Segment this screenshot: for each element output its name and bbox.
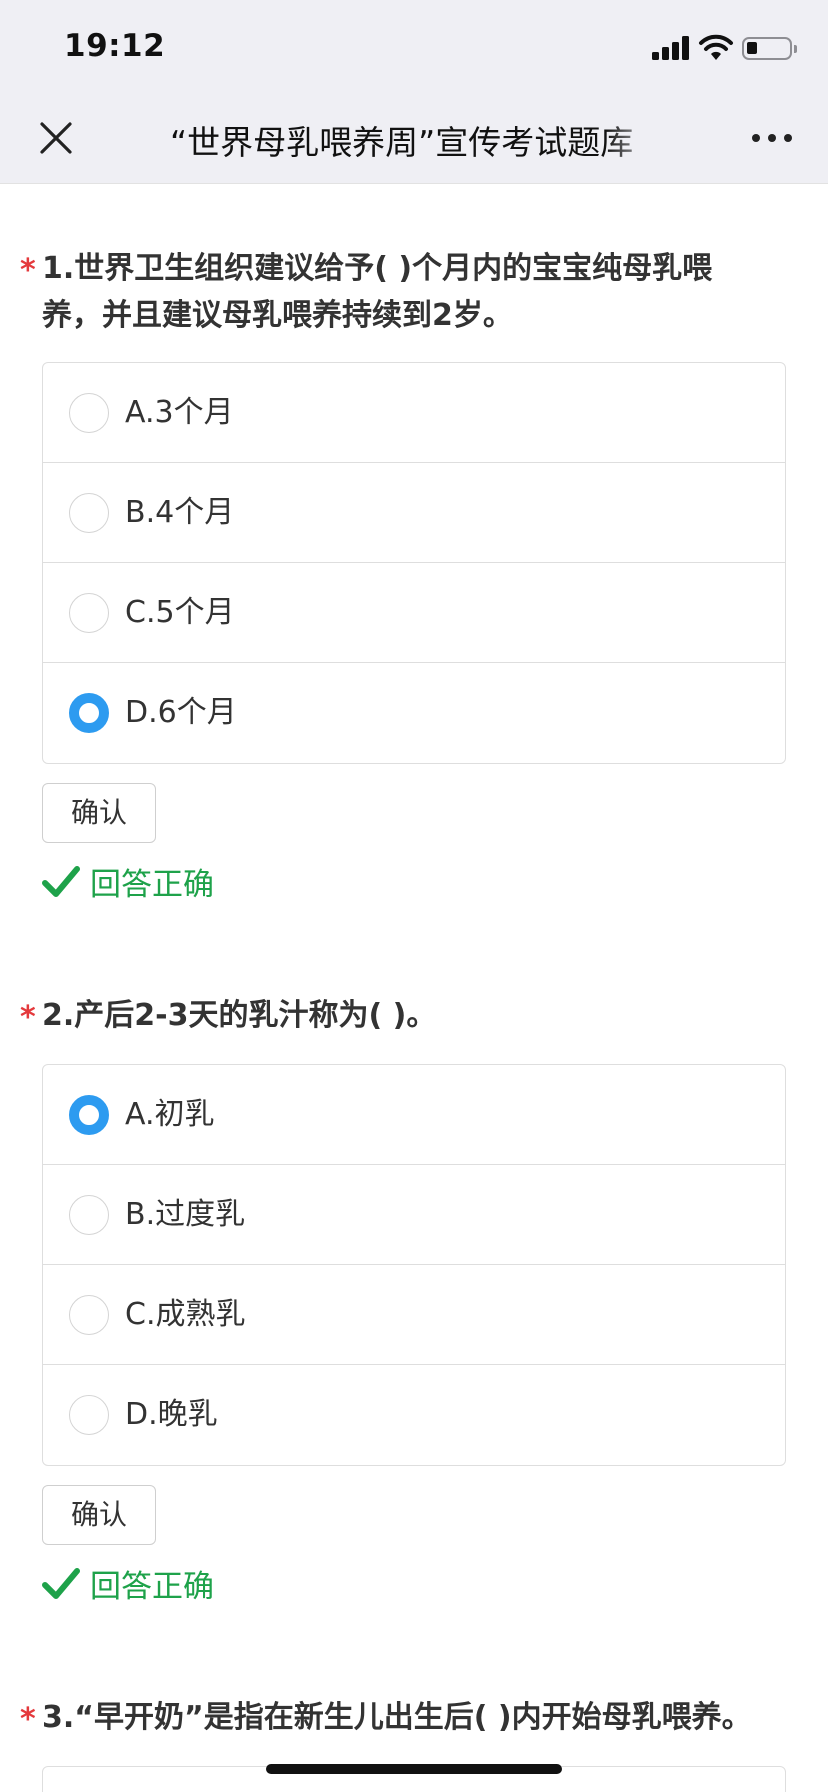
option-label: A.初乳 xyxy=(125,1097,215,1132)
page-title: “世界母乳喂养周”宣传考试题库 xyxy=(170,123,634,162)
option-label: B.4个月 xyxy=(125,495,235,530)
radio-button-selected[interactable] xyxy=(69,1095,109,1135)
option-b[interactable]: B.过度乳 xyxy=(43,1165,785,1265)
radio-button[interactable] xyxy=(69,1195,109,1235)
option-c[interactable]: C.成熟乳 xyxy=(43,1265,785,1365)
option-label: A.3个月 xyxy=(125,395,234,430)
radio-button[interactable] xyxy=(69,1395,109,1435)
option-a[interactable]: A.3个月 xyxy=(43,363,785,463)
radio-button[interactable] xyxy=(69,1295,109,1335)
wifi-icon xyxy=(699,34,733,60)
status-time: 19:12 xyxy=(64,28,166,64)
radio-button[interactable] xyxy=(69,393,109,433)
more-options-icon[interactable] xyxy=(750,132,794,144)
option-label: D.晚乳 xyxy=(125,1397,218,1432)
result-text: 回答正确 xyxy=(90,867,214,903)
required-star: * xyxy=(20,253,36,288)
option-label: C.5个月 xyxy=(125,595,235,630)
option-a[interactable]: A.初乳 xyxy=(43,1065,785,1165)
option-label: D.6个月 xyxy=(125,695,237,730)
radio-button[interactable] xyxy=(69,493,109,533)
battery-icon xyxy=(742,37,797,60)
close-icon[interactable] xyxy=(36,118,76,158)
confirm-button[interactable]: 确认 xyxy=(42,1485,156,1545)
question-title: 3.“早开奶”是指在新生儿出生后( )内开始母乳喂养。 xyxy=(42,1700,752,1735)
options-list-2: A.初乳 B.过度乳 C.成熟乳 D.晚乳 xyxy=(42,1064,786,1466)
checkmark-icon xyxy=(42,1568,80,1599)
option-label: B.过度乳 xyxy=(125,1197,246,1232)
option-d[interactable]: D.6个月 xyxy=(43,663,785,763)
question-title: 2.产后2-3天的乳汁称为( )。 xyxy=(42,998,437,1033)
question-title: 1.世界卫生组织建议给予( )个月内的宝宝纯母乳喂养，并且建议母乳喂养持续到2岁… xyxy=(42,251,713,333)
required-star: * xyxy=(20,1702,36,1737)
option-c[interactable]: C.5个月 xyxy=(43,563,785,663)
option-d[interactable]: D.晚乳 xyxy=(43,1365,785,1465)
nav-bar: “世界母乳喂养周”宣传考试题库 xyxy=(0,92,828,184)
status-bar: 19:12 xyxy=(0,0,828,92)
radio-button-selected[interactable] xyxy=(69,693,109,733)
home-indicator[interactable] xyxy=(266,1764,562,1774)
result-text: 回答正确 xyxy=(90,1569,214,1605)
option-b[interactable]: B.4个月 xyxy=(43,463,785,563)
checkmark-icon xyxy=(42,866,80,897)
options-list-1: A.3个月 B.4个月 C.5个月 D.6个月 xyxy=(42,362,786,764)
required-star: * xyxy=(20,1000,36,1035)
radio-button[interactable] xyxy=(69,593,109,633)
cellular-signal-icon xyxy=(652,36,690,60)
confirm-button[interactable]: 确认 xyxy=(42,783,156,843)
option-label: C.成熟乳 xyxy=(125,1297,246,1332)
